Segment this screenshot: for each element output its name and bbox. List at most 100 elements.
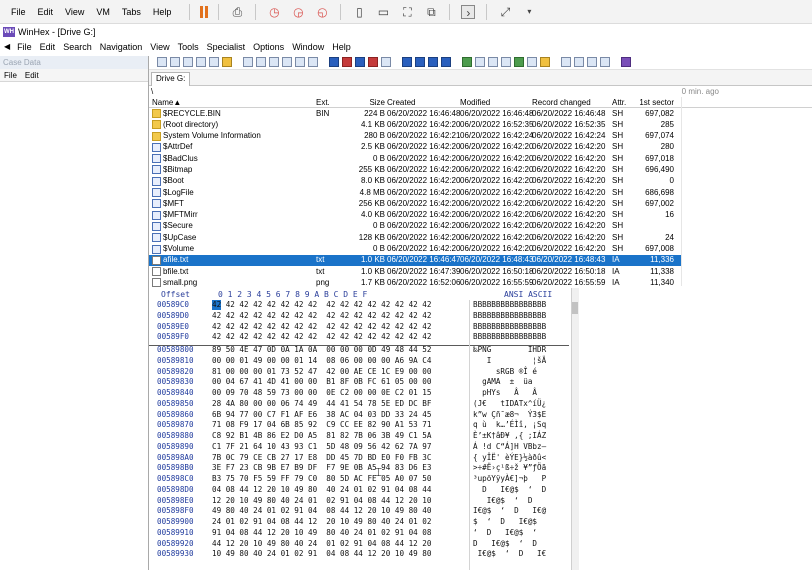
- vm-menu-view[interactable]: View: [59, 7, 90, 17]
- menu-search[interactable]: Search: [59, 42, 96, 52]
- hex-row[interactable]: 005898E0 12 20 10 49 80 40 24 01 02 91 04…: [149, 496, 812, 507]
- open-file-icon[interactable]: [169, 56, 180, 67]
- hex-row[interactable]: 00589840 00 09 70 48 59 73 00 00 0E C2 00…: [149, 388, 812, 399]
- prev-icon[interactable]: [586, 56, 597, 67]
- sidebar-toggle-icon[interactable]: ▯: [352, 5, 366, 19]
- list-row[interactable]: $LogFile 4.8 MB 06/20/2022 16:42:20 06/20/2…: [149, 187, 681, 198]
- print-icon[interactable]: [195, 56, 206, 67]
- list-row[interactable]: $MFTMirr 4.0 KB 06/20/2022 16:42:20 06/20/2…: [149, 210, 681, 221]
- hex-row[interactable]: 00589E0 42 42 42 42 42 42 42 42 42 42 42 …: [149, 322, 812, 333]
- list-row[interactable]: (Root directory) 4.1 KB 06/20/2022 16:42:2…: [149, 119, 681, 130]
- list-row[interactable]: $Boot 8.0 KB 06/20/2022 16:42:20 06/20/2022…: [149, 176, 681, 187]
- disk-editor-icon[interactable]: [487, 56, 498, 67]
- hex-row[interactable]: 00589880 C8 92 B1 4B 86 E2 D0 A5 81 82 7B…: [149, 431, 812, 442]
- hex-row[interactable]: 00589870 71 08 F9 17 04 6B 85 92 C9 CC EE…: [149, 420, 812, 431]
- hex-row[interactable]: 00589920 44 12 20 10 49 80 40 24 01 02 91…: [149, 539, 812, 550]
- replace-text-icon[interactable]: [354, 56, 365, 67]
- hex-row[interactable]: 00589910 91 04 08 44 12 20 10 49 80 40 24…: [149, 528, 812, 539]
- ram-editor-icon[interactable]: [500, 56, 511, 67]
- hex-row[interactable]: 00589890 C1 7F 21 64 10 43 93 C1 5D 48 09…: [149, 442, 812, 453]
- case-menu-edit[interactable]: Edit: [21, 71, 43, 80]
- menu-specialist[interactable]: Specialist: [203, 42, 250, 52]
- properties-icon[interactable]: [208, 56, 219, 67]
- menu-file[interactable]: File: [13, 42, 36, 52]
- snapshot-icon[interactable]: ◷: [267, 5, 281, 19]
- snapshot-manager-icon[interactable]: ◵: [315, 5, 329, 19]
- hex-row[interactable]: 005898A0 7B 0C 79 CE CB 27 17 E8 DD 45 7D…: [149, 453, 812, 464]
- goto-sector-icon[interactable]: [414, 56, 425, 67]
- save-icon[interactable]: [182, 56, 193, 67]
- find-again-icon[interactable]: [380, 56, 391, 67]
- menu-tools[interactable]: Tools: [174, 42, 203, 52]
- hex-row[interactable]: 005898B0 3E F7 23 CB 9B E7 B9 DF F7 9E 0B…: [149, 463, 812, 474]
- vm-menu-vm[interactable]: VM: [90, 7, 116, 17]
- hex-row[interactable]: 005898D0 04 08 44 12 20 10 49 80 40 24 01…: [149, 485, 812, 496]
- write-block-icon[interactable]: [307, 56, 318, 67]
- snapshot-volume-icon[interactable]: [539, 56, 550, 67]
- list-row[interactable]: $Volume 0 B 06/20/2022 16:42:20 06/20/2022 …: [149, 244, 681, 255]
- menu-view[interactable]: View: [146, 42, 173, 52]
- column-size[interactable]: Size: [345, 98, 385, 107]
- column-modified[interactable]: Modified: [460, 98, 490, 107]
- next-icon[interactable]: [599, 56, 610, 67]
- stretch-icon[interactable]: ⤢: [498, 5, 512, 19]
- system-menu-icon[interactable]: ◀: [4, 42, 10, 51]
- list-row[interactable]: $BadClus 0 B 06/20/2022 16:42:20 06/20/2022…: [149, 153, 681, 164]
- open-disk-icon[interactable]: [221, 56, 232, 67]
- back-icon[interactable]: [427, 56, 438, 67]
- paste-icon[interactable]: [281, 56, 292, 67]
- printer-icon[interactable]: ⎙: [230, 5, 244, 19]
- list-row[interactable]: $AttrDef 2.5 KB 06/20/2022 16:42:20 06/20/2…: [149, 142, 681, 153]
- hex-row[interactable]: 00589820 81 00 00 00 01 73 52 47 42 00 AE…: [149, 367, 812, 378]
- sync-icon[interactable]: [560, 56, 571, 67]
- chart-icon[interactable]: [526, 56, 537, 67]
- replace-hex-icon[interactable]: [367, 56, 378, 67]
- menu-window[interactable]: Window: [288, 42, 328, 52]
- hex-row[interactable]: 005898F0 49 80 40 24 01 02 91 04 08 44 12…: [149, 506, 812, 517]
- hex-row[interactable]: 00589860 6B 94 77 00 C7 F1 AF E6 38 AC 04…: [149, 410, 812, 421]
- hex-row[interactable]: 00589800 89 50 4E 47 0D 0A 1A 0A 00 00 00…: [149, 345, 812, 356]
- copy-icon[interactable]: [268, 56, 279, 67]
- new-file-icon[interactable]: [156, 56, 167, 67]
- hex-row[interactable]: 00589850 28 4A 80 00 00 06 74 49 44 41 54…: [149, 399, 812, 410]
- case-menu-file[interactable]: File: [0, 71, 21, 80]
- column-record-changed[interactable]: Record changed: [532, 98, 591, 107]
- console-icon[interactable]: ›: [461, 4, 476, 20]
- menu-navigation[interactable]: Navigation: [96, 42, 147, 52]
- hex-row[interactable]: 005898C0 B3 75 70 F5 59 FF 79 C0 80 5D AC…: [149, 474, 812, 485]
- forward-icon[interactable]: [440, 56, 451, 67]
- menu-edit[interactable]: Edit: [36, 42, 60, 52]
- list-row[interactable]: bfile.txt txt 1.0 KB 06/20/2022 16:47:39 06/…: [149, 266, 681, 277]
- vm-menu-help[interactable]: Help: [147, 7, 178, 17]
- cut-icon[interactable]: [255, 56, 266, 67]
- column-created[interactable]: Created: [387, 98, 415, 107]
- hex-row[interactable]: 00589930 10 49 80 40 24 01 02 91 04 08 44…: [149, 549, 812, 560]
- calculator-icon[interactable]: [461, 56, 472, 67]
- menu-help[interactable]: Help: [328, 42, 355, 52]
- pause-icon[interactable]: [200, 5, 209, 18]
- compare-icon[interactable]: [573, 56, 584, 67]
- fullscreen-icon[interactable]: ⛶: [400, 5, 414, 19]
- menu-options[interactable]: Options: [249, 42, 288, 52]
- hex-scrollbar[interactable]: [571, 288, 579, 570]
- column-name[interactable]: Name▲: [152, 98, 181, 107]
- hex-row[interactable]: 00589D0 42 42 42 42 42 42 42 42 42 42 42 …: [149, 311, 812, 322]
- list-row[interactable]: afile.txt txt 1.0 KB 06/20/2022 16:46:47 06/…: [149, 254, 681, 267]
- list-row[interactable]: $Secure 0 B 06/20/2022 16:42:20 06/20/2022 …: [149, 221, 681, 232]
- hex-row[interactable]: 00589830 00 04 67 41 4D 41 00 00 B1 8F 0B…: [149, 377, 812, 388]
- snapshot-restore-icon[interactable]: ◶: [291, 5, 305, 19]
- tab-drive-g[interactable]: Drive G:: [151, 72, 191, 86]
- hex-row[interactable]: 00589810 00 00 01 49 00 00 01 14 08 06 00…: [149, 356, 812, 367]
- list-row[interactable]: $UpCase 128 KB 06/20/2022 16:42:20 06/20/20…: [149, 232, 681, 243]
- vm-menu-edit[interactable]: Edit: [32, 7, 60, 17]
- find-text-icon[interactable]: [328, 56, 339, 67]
- list-row[interactable]: $RECYCLE.BIN BIN 224 B 06/20/2022 16:46:48 0…: [149, 108, 681, 119]
- interpreter-icon[interactable]: [513, 56, 524, 67]
- hex-row[interactable]: 00589900 24 01 02 91 04 08 44 12 20 10 49…: [149, 517, 812, 528]
- hex-row[interactable]: 00589C0 42 42 42 42 42 42 42 42 42 42 42 …: [149, 300, 812, 311]
- split-view-icon[interactable]: ▭: [376, 5, 390, 19]
- column-ext[interactable]: Ext.: [316, 98, 330, 107]
- help-icon[interactable]: [620, 56, 631, 67]
- hash-icon[interactable]: [474, 56, 485, 67]
- unity-icon[interactable]: ⧉: [424, 5, 438, 19]
